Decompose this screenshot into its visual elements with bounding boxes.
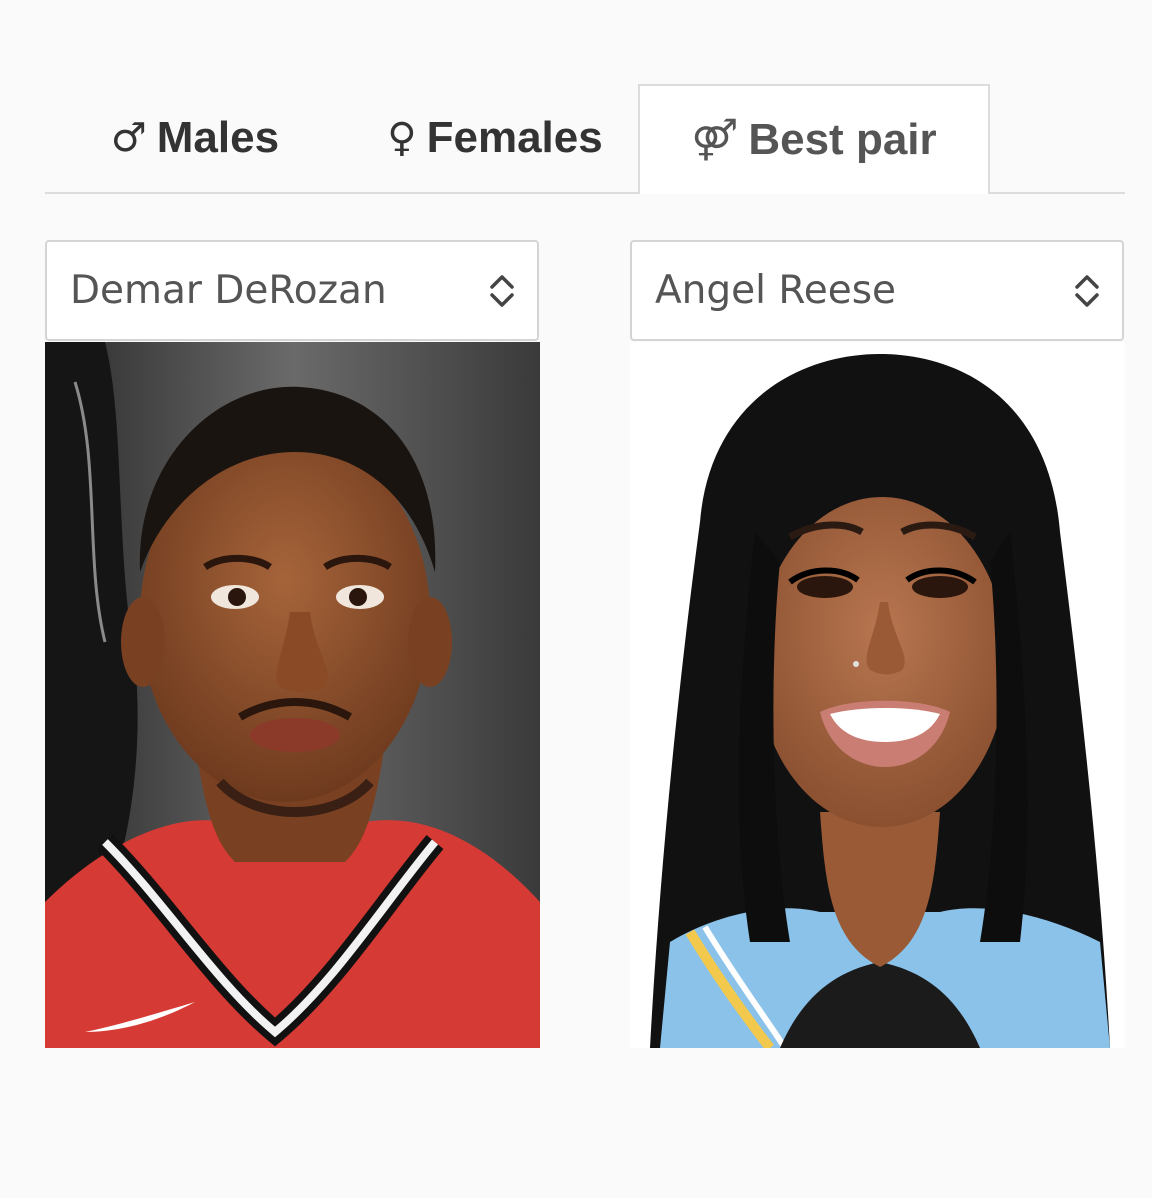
female-select[interactable]: Angel Reese (630, 240, 1124, 341)
male-portrait-image (45, 342, 540, 1048)
tab-label: Males (156, 113, 280, 162)
chevron-up-down-icon (1075, 274, 1099, 307)
couple-icon: ⚤ (691, 117, 739, 163)
tab-bar: ♂ Males ♀ Females ⚤ Best pair (45, 84, 1125, 194)
male-select[interactable]: Demar DeRozan (45, 240, 539, 341)
tab-label: Best pair (748, 115, 937, 164)
male-select-value: Demar DeRozan (70, 268, 387, 313)
male-icon: ♂ (110, 115, 147, 161)
male-photo (45, 342, 540, 1048)
female-icon: ♀ (387, 115, 417, 161)
tab-best-pair[interactable]: ⚤ Best pair (638, 84, 990, 194)
female-photo (630, 342, 1125, 1048)
chevron-up-down-icon (490, 274, 514, 307)
tab-females[interactable]: ♀ Females (350, 84, 640, 192)
tab-males[interactable]: ♂ Males (75, 84, 315, 192)
female-portrait-image (630, 342, 1125, 1048)
female-select-value: Angel Reese (655, 268, 897, 313)
tab-label: Females (426, 113, 603, 162)
